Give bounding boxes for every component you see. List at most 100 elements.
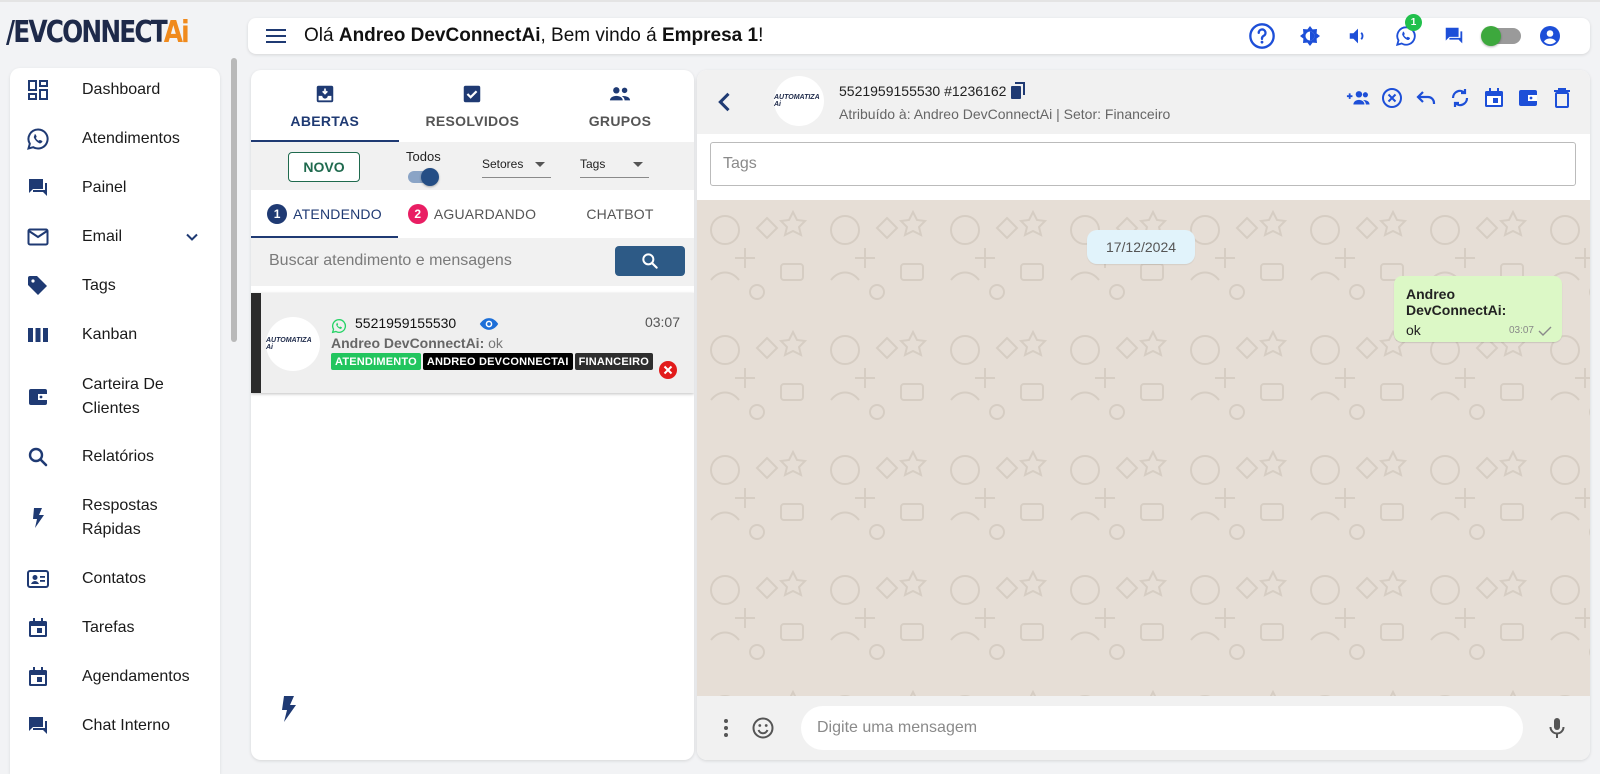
sidebar-item-label: Kanban bbox=[82, 326, 138, 343]
tab-resolvidos[interactable]: RESOLVIDOS bbox=[399, 70, 547, 142]
sidebar-item-label: Dashboard bbox=[82, 81, 161, 98]
message-meta: 03:07 bbox=[1509, 325, 1552, 336]
show-all-toggle-knob bbox=[421, 168, 439, 186]
chat-wallpaper-pattern bbox=[697, 200, 1590, 696]
menu-toggle-button[interactable] bbox=[254, 18, 298, 54]
sidebar-item-label: Tags bbox=[82, 277, 116, 294]
tickets-panel: ABERTAS RESOLVIDOS GRUPOS NOVO Todos Set… bbox=[251, 70, 694, 760]
tab-label: CHATBOT bbox=[586, 206, 654, 222]
chat-internal-button[interactable] bbox=[1430, 18, 1478, 54]
quick-replies-flash-button[interactable] bbox=[277, 694, 301, 724]
sectors-select[interactable]: Setores bbox=[482, 150, 551, 178]
caret-down-icon bbox=[633, 162, 643, 167]
message-input[interactable] bbox=[801, 706, 1523, 750]
status-toggle-track bbox=[1481, 26, 1521, 46]
chevron-down-icon[interactable] bbox=[182, 227, 202, 247]
close-ticket-button[interactable] bbox=[659, 361, 677, 379]
calendar-icon bbox=[29, 618, 47, 637]
more-vert-icon[interactable] bbox=[714, 716, 738, 740]
notification-count-badge: 1 bbox=[1405, 14, 1422, 31]
sidebar-item-relatorios[interactable]: Relatórios bbox=[10, 445, 220, 469]
show-all-toggle[interactable] bbox=[408, 168, 439, 186]
tab-aguardando[interactable]: 2 AGUARDANDO bbox=[398, 190, 546, 238]
greeting-company: Empresa 1 bbox=[661, 25, 759, 46]
hamburger-menu-icon bbox=[266, 29, 286, 43]
chat-tags-input[interactable] bbox=[710, 142, 1576, 186]
schedule-calendar-icon[interactable] bbox=[1482, 86, 1506, 110]
emoji-icon[interactable] bbox=[751, 716, 775, 740]
inbox-icon bbox=[316, 85, 334, 103]
help-button[interactable] bbox=[1238, 18, 1286, 54]
delete-icon[interactable] bbox=[1550, 86, 1574, 110]
ticket-search-input[interactable] bbox=[251, 238, 611, 284]
account-button[interactable] bbox=[1526, 18, 1574, 54]
sidebar-item-carteira-de-clientes[interactable]: Carteira De Clientes bbox=[10, 373, 220, 421]
sidebar-item-email[interactable]: Email bbox=[10, 225, 220, 249]
chat-contact-avatar: AUTOMATIZA Ai bbox=[774, 76, 824, 126]
greeting-user: Andreo DevConnectAi bbox=[338, 25, 541, 46]
chat-tags-row bbox=[697, 134, 1590, 198]
whatsapp-notifications-button[interactable]: 1 bbox=[1382, 14, 1430, 54]
cancel-ticket-icon[interactable] bbox=[1380, 86, 1404, 110]
back-arrow-icon[interactable] bbox=[711, 88, 739, 116]
sidebar-item-tags[interactable]: Tags bbox=[10, 274, 220, 298]
eye-icon[interactable] bbox=[479, 316, 499, 332]
tab-chatbot[interactable]: CHATBOT bbox=[546, 190, 694, 238]
volume-button[interactable] bbox=[1334, 18, 1382, 54]
tab-label: AGUARDANDO bbox=[433, 206, 537, 222]
sync-icon[interactable] bbox=[1448, 86, 1472, 110]
sidebar-scrollbar-thumb[interactable] bbox=[231, 58, 237, 342]
sidebar-item-label: Painel bbox=[82, 179, 127, 196]
ticket-search-button[interactable] bbox=[615, 246, 685, 276]
atendendo-count-badge: 1 bbox=[267, 204, 288, 224]
sidebar-item-atendimentos[interactable]: Atendimentos bbox=[10, 127, 220, 151]
calendar-icon bbox=[29, 667, 47, 686]
chat-header: AUTOMATIZA Ai 5521959155530 #1236162 Atr… bbox=[697, 70, 1590, 134]
tags-select[interactable]: Tags bbox=[580, 150, 649, 178]
transfer-ticket-icon[interactable] bbox=[1346, 86, 1370, 110]
ticket-list-item[interactable]: AUTOMATIZA Ai 5521959155530 03:07 Andreo… bbox=[251, 293, 694, 393]
wallet-icon[interactable] bbox=[1516, 86, 1540, 110]
search-icon bbox=[642, 253, 658, 269]
message-author: Andreo DevConnectAi: bbox=[1406, 286, 1507, 318]
chat-header-actions bbox=[1346, 86, 1574, 110]
ticket-status-tabs: ABERTAS RESOLVIDOS GRUPOS bbox=[251, 70, 694, 142]
ticket-last-text: ok bbox=[484, 335, 503, 351]
brightness-icon bbox=[1300, 26, 1320, 46]
sidebar-item-kanban[interactable]: Kanban bbox=[10, 323, 220, 347]
tab-grupos[interactable]: GRUPOS bbox=[546, 70, 694, 142]
sidebar-item-painel[interactable]: Painel bbox=[10, 176, 220, 200]
brand-logo: /EVCONNECTAi bbox=[6, 8, 232, 56]
ticket-search-row bbox=[251, 238, 694, 286]
ticket-contact-number: 5521959155530 bbox=[355, 315, 457, 331]
top-bar: Olá Andreo DevConnectAi, Bem vindo á Emp… bbox=[248, 14, 1590, 54]
top-bar-actions: 1 bbox=[1238, 14, 1574, 54]
tab-atendendo[interactable]: 1 ATENDENDO bbox=[251, 190, 398, 238]
copy-icon[interactable] bbox=[1010, 82, 1026, 100]
tab-label: GRUPOS bbox=[588, 113, 652, 129]
sidebar-item-dashboard[interactable]: Dashboard bbox=[10, 78, 220, 102]
sidebar-item-respostas-rapidas[interactable]: Respostas Rápidas bbox=[10, 494, 220, 542]
tag-setor: FINANCEIRO bbox=[574, 353, 654, 370]
whatsapp-channel-icon bbox=[331, 318, 347, 334]
outgoing-message[interactable]: Andreo DevConnectAi: ok 03:07 bbox=[1394, 276, 1562, 342]
online-status-toggle[interactable] bbox=[1478, 18, 1526, 54]
tab-label: ATENDENDO bbox=[293, 206, 382, 222]
flash-icon bbox=[33, 508, 44, 528]
new-ticket-button[interactable]: NOVO bbox=[288, 152, 360, 182]
chat-messages-area[interactable]: 17/12/2024 Andreo DevConnectAi: ok 03:07 bbox=[697, 200, 1590, 696]
close-icon bbox=[663, 365, 673, 375]
checkbox-icon bbox=[464, 85, 481, 103]
tab-abertas[interactable]: ABERTAS bbox=[251, 70, 399, 142]
theme-toggle-button[interactable] bbox=[1286, 18, 1334, 54]
sidebar-item-chat-interno[interactable]: Chat Interno bbox=[10, 714, 220, 738]
sidebar-item-contatos[interactable]: Contatos bbox=[10, 567, 220, 591]
status-toggle-knob bbox=[1481, 26, 1501, 46]
message-composer bbox=[697, 696, 1590, 760]
sidebar-item-agendamentos[interactable]: Agendamentos bbox=[10, 665, 220, 689]
sidebar-item-tarefas[interactable]: Tarefas bbox=[10, 616, 220, 640]
greeting-text: Olá Andreo DevConnectAi, Bem vindo á Emp… bbox=[304, 25, 763, 47]
ticket-last-message: Andreo DevConnectAi: ok bbox=[331, 335, 503, 351]
microphone-icon[interactable] bbox=[1545, 716, 1569, 740]
undo-icon[interactable] bbox=[1414, 86, 1438, 110]
